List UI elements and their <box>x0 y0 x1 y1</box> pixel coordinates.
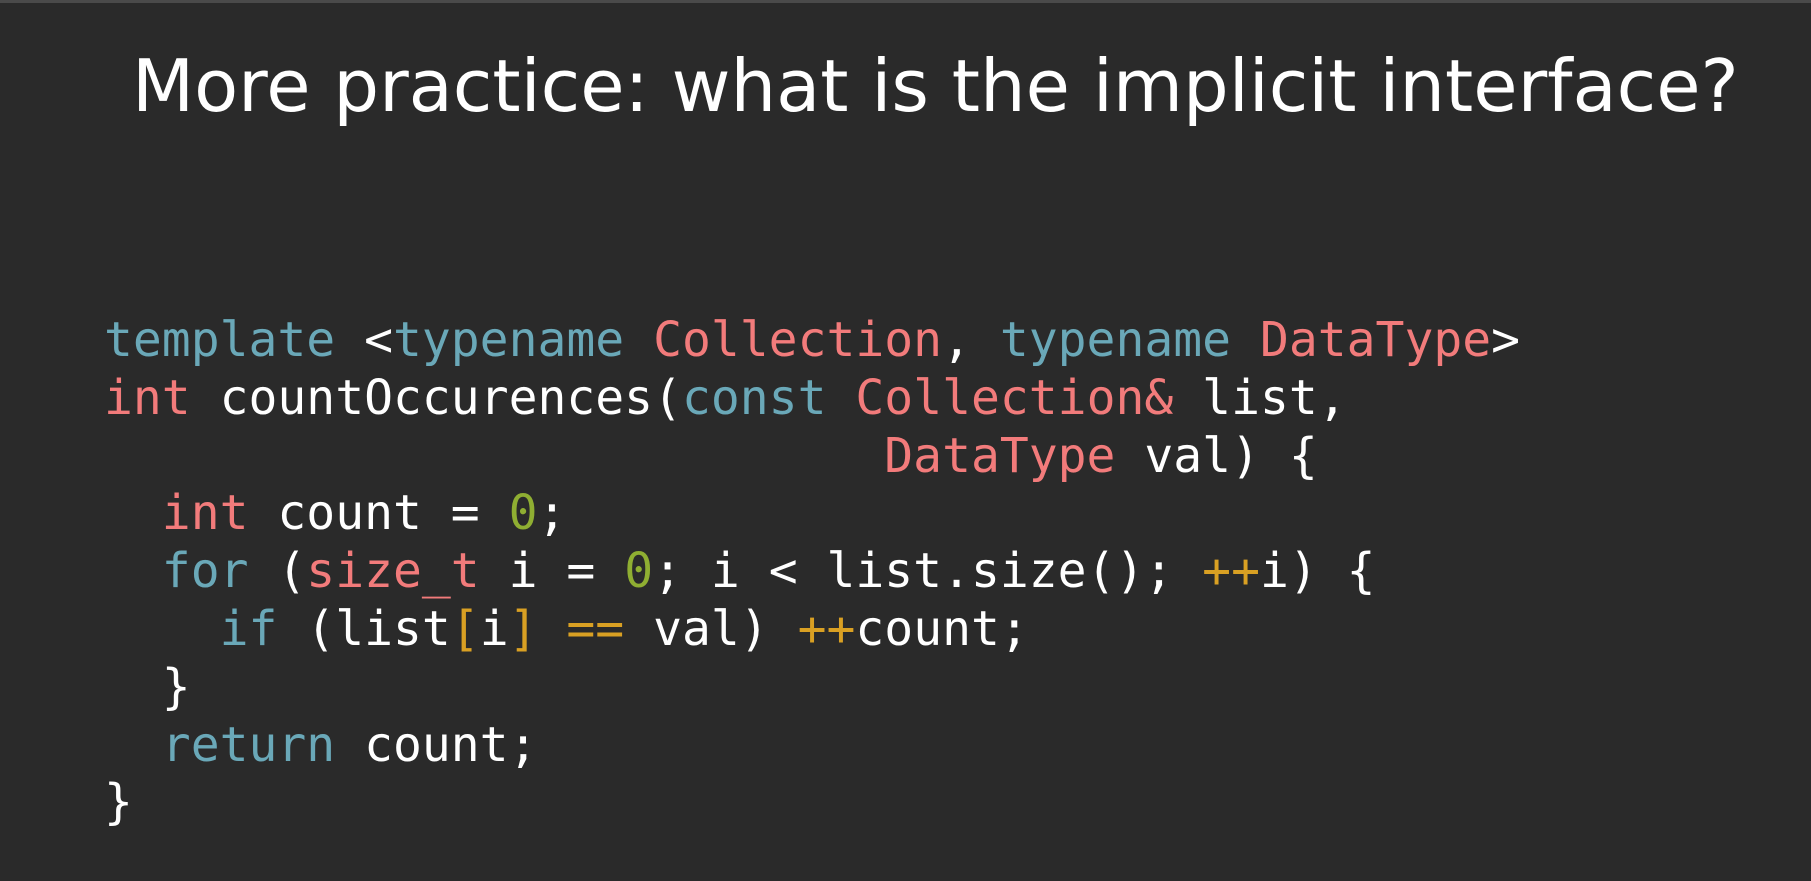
code-line: } <box>104 659 1520 717</box>
code-line: template <typename Collection, typename … <box>104 312 1520 370</box>
code-token: count = <box>248 485 509 542</box>
code-token: ++ <box>1202 543 1260 600</box>
code-token: } <box>104 658 191 715</box>
code-token: i = <box>479 543 625 600</box>
code-token: for <box>161 543 249 600</box>
code-token: if <box>219 600 278 657</box>
code-token: ++ <box>797 600 856 657</box>
code-token: val) <box>624 600 798 657</box>
code-line: } <box>104 774 1520 832</box>
code-token: ; i < list.size(); <box>653 543 1203 600</box>
code-token: ( <box>248 543 307 600</box>
code-token: typename <box>392 312 625 368</box>
code-line: int count = 0; <box>104 485 1520 543</box>
code-token: < <box>335 312 393 368</box>
code-token: i) { <box>1259 543 1376 600</box>
code-token: 0 <box>508 485 538 542</box>
code-line: if (list[i] == val) ++count; <box>104 601 1520 659</box>
code-line: int countOccurences(const Collection& li… <box>104 370 1520 428</box>
code-line: for (size_t i = 0; i < list.size(); ++i)… <box>104 543 1520 601</box>
code-token: > <box>1491 312 1521 368</box>
code-token: val) { <box>1115 427 1318 484</box>
code-token: } <box>104 774 133 831</box>
code-token: Collection& <box>855 369 1174 426</box>
code-token: (list <box>277 600 451 657</box>
code-token: template <box>104 312 336 368</box>
code-block: template <typename Collection, typename … <box>104 312 1520 832</box>
code-token: return <box>161 716 336 773</box>
code-token: countOccurences( <box>190 369 682 426</box>
slide-title: More practice: what is the implicit inte… <box>132 44 1739 128</box>
code-token: , <box>942 312 1000 368</box>
code-token: int <box>104 369 191 426</box>
code-token: [ <box>450 600 480 657</box>
code-token: int <box>161 485 249 542</box>
code-token: count; <box>335 716 538 773</box>
code-token: list, <box>1173 369 1347 426</box>
code-token: typename <box>999 312 1232 368</box>
code-token: ] <box>508 600 538 657</box>
code-token: Collection <box>653 312 943 368</box>
code-line: return count; <box>104 717 1520 775</box>
code-token: 0 <box>624 543 654 600</box>
code-token: ; <box>537 485 567 542</box>
code-token: const <box>681 369 827 426</box>
code-token: count; <box>855 600 1029 657</box>
code-token: i <box>479 600 509 657</box>
code-token: DataType <box>1259 312 1492 368</box>
top-border <box>0 0 1811 3</box>
code-token: DataType <box>884 427 1116 484</box>
code-line: DataType val) { <box>104 428 1520 486</box>
code-token: size_t <box>306 543 480 600</box>
code-token: == <box>566 600 625 657</box>
